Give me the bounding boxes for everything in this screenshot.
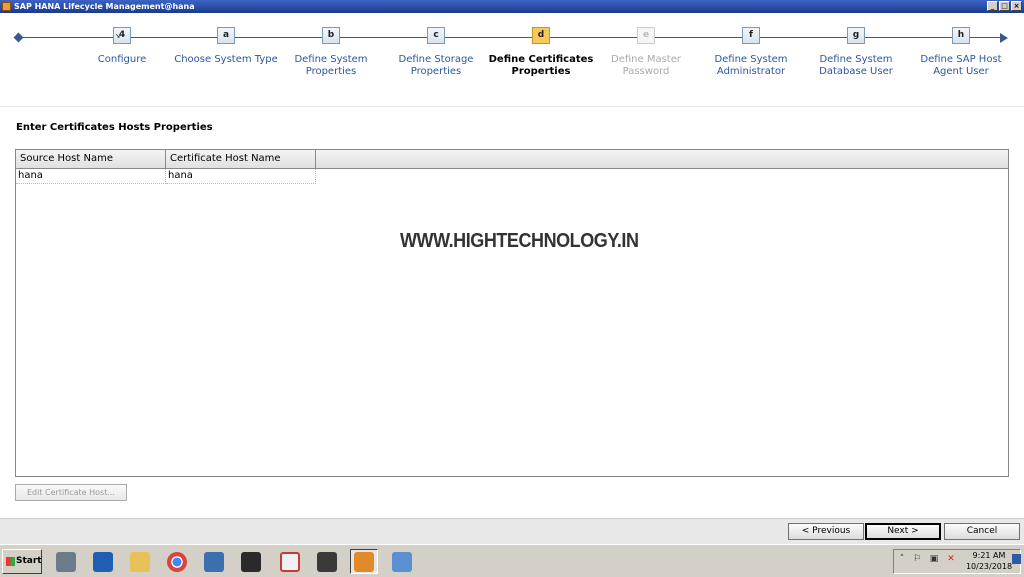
column-header-certificate-host[interactable]: Certificate Host Name	[166, 150, 316, 168]
step-marker[interactable]: a	[217, 27, 235, 44]
step-label: Define Master Password	[611, 54, 681, 77]
table-header: Source Host Name Certificate Host Name	[16, 150, 1008, 169]
step-marker[interactable]: d	[532, 27, 550, 44]
step-marker[interactable]: b	[322, 27, 340, 44]
close-button[interactable]: ×	[1011, 1, 1022, 11]
windows-flag-icon	[6, 557, 15, 566]
clock-time: 9:21 AM	[972, 551, 1006, 560]
chrome-icon[interactable]	[163, 549, 191, 574]
minimize-button[interactable]: _	[987, 1, 998, 11]
roadmap-step-define-system-administrator[interactable]: f Define System Administrator	[696, 27, 806, 78]
cancel-button[interactable]: Cancel	[944, 523, 1020, 540]
taskbar: Start ˄ ⚐ ▣ ✕ 9:21 AM 10/23/2018	[0, 544, 1024, 577]
section-title: Enter Certificates Hosts Properties	[16, 122, 213, 133]
step-label[interactable]: Define SAP Host Agent User	[906, 54, 1016, 78]
hat-tool-icon[interactable]	[237, 549, 265, 574]
window-title-bar[interactable]: SAP HANA Lifecycle Management@hana _ □ ×	[0, 0, 1024, 13]
roadmap-step-define-sap-host-agent-user[interactable]: h Define SAP Host Agent User	[906, 27, 1016, 78]
server-manager-icon[interactable]	[52, 549, 80, 574]
action-center-flag-icon[interactable]: ⚐	[912, 554, 922, 564]
roadmap-step-choose-system-type[interactable]: a Choose System Type	[171, 27, 281, 66]
sap-app-icon	[2, 2, 11, 11]
roadmap-step-define-system-database-user[interactable]: g Define System Database User	[801, 27, 911, 78]
drill-down-icon: ↘	[115, 33, 121, 40]
table-row[interactable]: hana hana	[16, 169, 316, 184]
roadmap-step-define-system-properties[interactable]: b Define System Properties	[276, 27, 386, 78]
image-viewer-icon[interactable]	[388, 549, 416, 574]
step-marker[interactable]: c	[427, 27, 445, 44]
wizard-nav-bar: < Previous Next > Cancel	[0, 518, 1024, 544]
step-label[interactable]: Define Certificates Properties	[486, 54, 596, 78]
network-icon[interactable]: ▣	[929, 554, 939, 564]
step-marker[interactable]: 4 ↘	[113, 27, 131, 44]
clock-date: 10/23/2018	[965, 562, 1013, 571]
network-tool-icon[interactable]	[200, 549, 228, 574]
watermark-text: WWW.HIGHTECHNOLOGY.IN	[400, 230, 639, 252]
start-button[interactable]: Start	[2, 549, 42, 574]
cell-certificate-host[interactable]: hana	[166, 169, 316, 184]
edit-certificate-host-button[interactable]: Edit Certificate Host...	[15, 484, 127, 501]
show-hidden-icons-icon[interactable]: ˄	[897, 554, 907, 564]
file-explorer-icon[interactable]	[126, 549, 154, 574]
volume-muted-icon[interactable]: ✕	[946, 554, 956, 564]
column-header-source-host[interactable]: Source Host Name	[16, 150, 166, 168]
roadmap-step-configure[interactable]: 4 ↘ Configure	[67, 27, 177, 66]
step-marker[interactable]: f	[742, 27, 760, 44]
snipping-tool-icon[interactable]	[276, 549, 304, 574]
terminal-icon[interactable]	[313, 549, 341, 574]
system-clock[interactable]: 9:21 AM 10/23/2018	[964, 550, 1014, 572]
step-marker: e	[637, 27, 655, 44]
powershell-icon[interactable]	[89, 549, 117, 574]
window-controls: _ □ ×	[987, 1, 1022, 11]
wizard-roadmap: 4 ↘ Configure a Choose System Type b Defi…	[0, 13, 1024, 106]
maximize-button[interactable]: □	[999, 1, 1010, 11]
cell-source-host[interactable]: hana	[16, 169, 166, 184]
step-label[interactable]: Define System Administrator	[696, 54, 806, 78]
sap-hana-lifecycle-icon[interactable]	[350, 549, 378, 574]
roadmap-start-diamond-icon	[13, 32, 24, 43]
certificate-hosts-table[interactable]: Source Host Name Certificate Host Name h…	[15, 149, 1009, 477]
step-marker[interactable]: h	[952, 27, 970, 44]
step-label[interactable]: Define System Properties	[276, 54, 386, 78]
roadmap-step-define-certificates-properties[interactable]: d Define Certificates Properties	[486, 27, 596, 78]
roadmap-step-define-master-password: e Define Master Password	[591, 27, 701, 78]
step-label[interactable]: Choose System Type	[171, 54, 281, 66]
step-label[interactable]: Define Storage Properties	[381, 54, 491, 78]
step-marker[interactable]: g	[847, 27, 865, 44]
roadmap-divider	[0, 106, 1024, 107]
step-label[interactable]: Define System Database User	[801, 54, 911, 78]
next-button[interactable]: Next >	[865, 523, 941, 540]
show-desktop-icon[interactable]	[1012, 554, 1021, 564]
step-label[interactable]: Configure	[67, 54, 177, 66]
window-title: SAP HANA Lifecycle Management@hana	[14, 2, 195, 11]
previous-button[interactable]: < Previous	[788, 523, 864, 540]
roadmap-step-define-storage-properties[interactable]: c Define Storage Properties	[381, 27, 491, 78]
